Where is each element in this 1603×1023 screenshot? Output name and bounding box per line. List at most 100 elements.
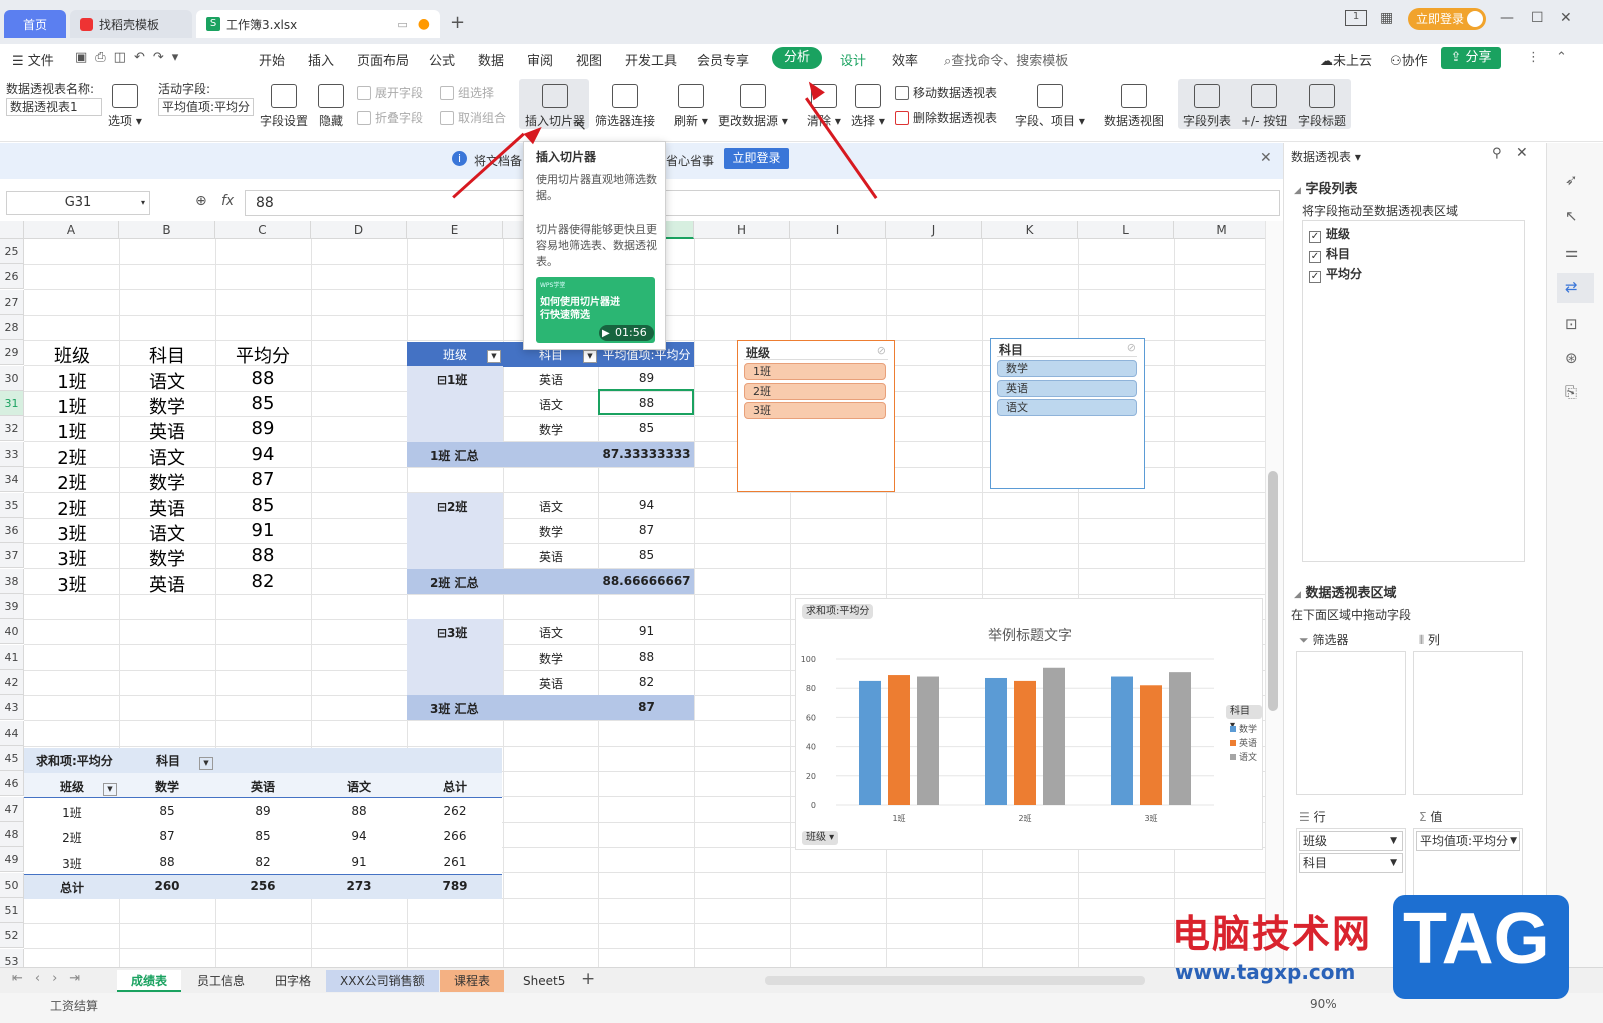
sheet-tab-4[interactable]: XXX公司销售额	[326, 970, 439, 992]
menu-design[interactable]: 设计	[840, 50, 866, 69]
delete-pt-button[interactable]: 删除数据透视表	[895, 109, 997, 126]
add-sheet-icon[interactable]: +	[581, 969, 595, 989]
slicer-class-item[interactable]: 2班	[744, 382, 886, 400]
grid-icon[interactable]: ▦	[1380, 10, 1393, 26]
selected-cell[interactable]	[598, 389, 694, 415]
rocket-icon[interactable]: ➶	[1565, 171, 1578, 189]
value-field-avg[interactable]: 平均值项:平均分 ▼	[1416, 831, 1520, 851]
column-header[interactable]: K	[982, 221, 1078, 239]
column-header[interactable]: M	[1174, 221, 1270, 239]
sheet-tab-6[interactable]: Sheet5	[509, 970, 579, 992]
zoom-level[interactable]: 90%	[1310, 997, 1337, 1011]
pivot1-group-label[interactable]: ⊟2班	[437, 498, 467, 515]
row-header[interactable]: 51	[0, 898, 24, 924]
menu-view[interactable]: 视图	[576, 50, 602, 69]
filter-drop-zone[interactable]	[1296, 651, 1406, 795]
row-header[interactable]: 33	[0, 441, 24, 467]
clear-filter-icon[interactable]: ⊘	[877, 344, 886, 357]
row-header[interactable]: 42	[0, 669, 24, 695]
share-button[interactable]: ⇪ 分享	[1441, 47, 1501, 69]
change-source-button[interactable]: 更改数据源 ▾	[718, 84, 788, 129]
sheet-tab-3[interactable]: 田字格	[261, 970, 325, 992]
pivot-panel-toggle[interactable]: ⇄	[1557, 273, 1594, 303]
collapse-field-button[interactable]: 折叠字段	[357, 109, 423, 126]
column-header[interactable]: I	[790, 221, 886, 239]
options-button[interactable]: 选项 ▾	[108, 84, 142, 129]
row-header[interactable]: 31	[0, 391, 24, 417]
refresh-button[interactable]: 刷新 ▾	[674, 84, 708, 129]
pivot1-group-label[interactable]: ⊟1班	[437, 371, 467, 388]
quick-access-toolbar[interactable]: ▣⎙◫↶↷▾	[75, 50, 186, 65]
tab-workbook[interactable]: S 工作簿3.xlsx ▭ ●	[196, 10, 440, 38]
slicer-class[interactable]: 班级 ⊘ 1班 2班 3班	[737, 340, 895, 492]
chevron-down-icon[interactable]: ▼	[1510, 832, 1517, 850]
name-box[interactable]: G31 ▾	[6, 191, 150, 215]
book-icon[interactable]: ⎘	[1565, 383, 1577, 401]
menu-formula[interactable]: 公式	[429, 50, 455, 69]
tab-home[interactable]: 首页	[4, 10, 66, 38]
notif-close-icon[interactable]: ✕	[1260, 150, 1272, 166]
menu-review[interactable]: 审阅	[527, 50, 553, 69]
column-header[interactable]: A	[24, 221, 119, 239]
select-button[interactable]: 选择 ▾	[851, 84, 885, 129]
layout-icon[interactable]: 1	[1345, 10, 1367, 26]
notif-login-button[interactable]: 立即登录	[724, 148, 789, 169]
row-header[interactable]: 30	[0, 365, 24, 391]
fx-label[interactable]: fx	[221, 193, 234, 209]
row-header[interactable]: 35	[0, 492, 24, 518]
menu-data[interactable]: 数据	[478, 50, 504, 69]
row-header[interactable]: 49	[0, 847, 24, 873]
row-field-subject[interactable]: 科目 ▼	[1299, 853, 1403, 873]
checkbox-checked-icon[interactable]: ✓	[1309, 231, 1321, 243]
menu-start[interactable]: 开始	[259, 50, 285, 69]
field-settings-button[interactable]: 字段设置	[260, 84, 308, 129]
formula-input[interactable]: 88	[245, 190, 1280, 216]
slicer-subject-item[interactable]: 英语	[997, 379, 1137, 397]
group-select-button[interactable]: 组选择	[440, 84, 494, 101]
column-header[interactable]: H	[694, 221, 790, 239]
slicer-subject-item[interactable]: 数学	[997, 360, 1137, 377]
minimize-icon[interactable]: —	[1500, 10, 1514, 26]
row-header[interactable]: 29	[0, 340, 24, 366]
field-item-score[interactable]: ✓ 平均分	[1309, 265, 1362, 283]
row-header[interactable]: 52	[0, 923, 24, 949]
filter-connection-button[interactable]: 筛选器连接	[595, 84, 655, 129]
row-header[interactable]: 36	[0, 517, 24, 543]
sheet-tab-5[interactable]: 课程表	[440, 970, 505, 992]
row-header[interactable]: 37	[0, 543, 24, 569]
row-header[interactable]: 34	[0, 467, 24, 493]
row-header[interactable]: 47	[0, 796, 24, 822]
window-icon[interactable]: ▭	[397, 18, 407, 31]
axis-field-button[interactable]: 班级 ▾	[802, 831, 839, 845]
expand-field-button[interactable]: 展开字段	[357, 84, 423, 101]
row-header[interactable]: 50	[0, 872, 24, 898]
horizontal-scrollbar[interactable]	[765, 976, 1145, 985]
column-header[interactable]: B	[119, 221, 215, 239]
sheet-tab-2[interactable]: 员工信息	[183, 970, 259, 992]
slicer-class-item[interactable]: 3班	[744, 402, 886, 419]
slicer-subject-item[interactable]: 语文	[997, 399, 1137, 416]
hide-button[interactable]: 隐藏	[318, 84, 344, 129]
collapse-ribbon-icon[interactable]: ⌃	[1556, 50, 1567, 65]
column-drop-zone[interactable]	[1413, 651, 1523, 795]
sheet-tab-1[interactable]: 成绩表	[117, 970, 182, 992]
row-header[interactable]: 26	[0, 264, 24, 290]
row-field-class[interactable]: 班级 ▼	[1299, 831, 1403, 851]
row-header[interactable]: 27	[0, 289, 24, 315]
row-header[interactable]: 41	[0, 644, 24, 670]
compass-icon[interactable]: ⊛	[1565, 349, 1578, 367]
sort-dropdown-icon[interactable]: ▼	[583, 350, 597, 363]
pt-name-input[interactable]: 数据透视表1	[6, 98, 102, 116]
close-icon[interactable]: ✕	[1560, 10, 1572, 26]
menu-file[interactable]: ☰ 文件	[12, 50, 54, 69]
column-header[interactable]: L	[1078, 221, 1174, 239]
command-search[interactable]: ⌕查找命令、搜索模板	[944, 50, 1068, 69]
row-header[interactable]: 39	[0, 593, 24, 619]
row-header[interactable]: 40	[0, 619, 24, 645]
pivot1-group-label[interactable]: ⊟3班	[437, 624, 467, 641]
plus-minus-button[interactable]: +/- 按钮	[1241, 84, 1287, 129]
pivot-chart[interactable]: 求和项:平均分 举例标题文字 0204060801001班2班3班 科目 ▾ 数…	[795, 598, 1263, 850]
pivot-chart-button[interactable]: 数据透视图	[1104, 84, 1164, 129]
field-item-subject[interactable]: ✓ 科目	[1309, 245, 1350, 263]
row-header[interactable]: 25	[0, 239, 24, 264]
